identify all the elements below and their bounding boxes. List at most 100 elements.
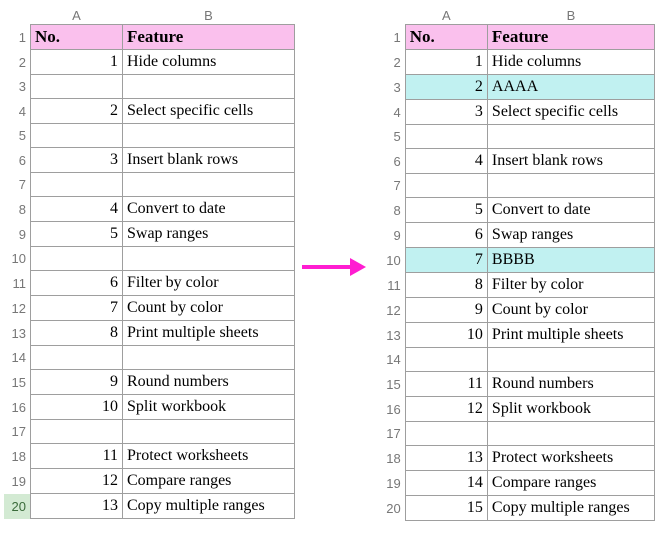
row-header[interactable]: 1 xyxy=(4,25,31,50)
cell-no[interactable]: 11 xyxy=(31,444,123,469)
cell-no[interactable]: 12 xyxy=(31,469,123,494)
cell-feature[interactable]: Round numbers xyxy=(487,372,654,397)
cell-feature[interactable]: Filter by color xyxy=(123,271,295,296)
cell-feature[interactable] xyxy=(123,75,295,99)
row-header[interactable]: 18 xyxy=(380,446,405,471)
cell-no[interactable]: 1 xyxy=(405,50,487,75)
cell-feature[interactable]: Split workbook xyxy=(123,395,295,420)
cell-feature[interactable]: Count by color xyxy=(123,296,295,321)
row-header[interactable]: 18 xyxy=(4,444,31,469)
cell-feature[interactable]: Print multiple sheets xyxy=(487,323,654,348)
cell-feature[interactable]: Filter by color xyxy=(487,273,654,298)
cell-feature[interactable]: Swap ranges xyxy=(123,222,295,247)
cell-no[interactable] xyxy=(31,124,123,148)
cell-no[interactable] xyxy=(31,173,123,197)
cell-no[interactable]: 9 xyxy=(405,298,487,323)
header-cell-no[interactable]: No. xyxy=(31,25,123,50)
cell-no[interactable] xyxy=(405,125,487,149)
cell-feature[interactable]: Hide columns xyxy=(123,50,295,75)
cell-no[interactable]: 2 xyxy=(405,75,487,100)
row-header[interactable]: 7 xyxy=(4,173,31,197)
cell-feature[interactable]: Convert to date xyxy=(487,198,654,223)
cell-feature[interactable]: Split workbook xyxy=(487,397,654,422)
cell-no[interactable]: 8 xyxy=(405,273,487,298)
row-header[interactable]: 20 xyxy=(380,496,405,521)
cell-no[interactable]: 7 xyxy=(405,248,487,273)
cell-no[interactable]: 8 xyxy=(31,321,123,346)
column-header-A[interactable]: A xyxy=(405,6,487,25)
cell-no[interactable]: 3 xyxy=(405,100,487,125)
row-header[interactable]: 8 xyxy=(4,197,31,222)
cell-feature[interactable]: Select specific cells xyxy=(487,100,654,125)
cell-no[interactable] xyxy=(31,247,123,271)
row-header[interactable]: 14 xyxy=(4,346,31,370)
cell-feature[interactable]: Hide columns xyxy=(487,50,654,75)
cell-feature[interactable] xyxy=(487,174,654,198)
row-header[interactable]: 2 xyxy=(380,50,405,75)
cell-no[interactable]: 4 xyxy=(405,149,487,174)
cell-feature[interactable]: Compare ranges xyxy=(123,469,295,494)
row-header[interactable]: 1 xyxy=(380,25,405,50)
cell-no[interactable]: 13 xyxy=(405,446,487,471)
row-header[interactable]: 2 xyxy=(4,50,31,75)
cell-no[interactable]: 6 xyxy=(31,271,123,296)
header-cell-feature[interactable]: Feature xyxy=(123,25,295,50)
cell-no[interactable]: 3 xyxy=(31,148,123,173)
cell-no[interactable] xyxy=(31,346,123,370)
row-header[interactable]: 12 xyxy=(380,298,405,323)
cell-no[interactable]: 10 xyxy=(31,395,123,420)
cell-no[interactable] xyxy=(31,420,123,444)
cell-feature[interactable]: Swap ranges xyxy=(487,223,654,248)
row-header[interactable]: 10 xyxy=(4,247,31,271)
cell-feature[interactable] xyxy=(123,420,295,444)
cell-feature[interactable]: Count by color xyxy=(487,298,654,323)
row-header[interactable]: 14 xyxy=(380,348,405,372)
row-header[interactable]: 15 xyxy=(4,370,31,395)
cell-feature[interactable]: Compare ranges xyxy=(487,471,654,496)
cell-feature[interactable] xyxy=(487,422,654,446)
cell-no[interactable]: 5 xyxy=(405,198,487,223)
cell-no[interactable] xyxy=(405,348,487,372)
column-header-B[interactable]: B xyxy=(487,6,654,25)
cell-feature[interactable]: BBBB xyxy=(487,248,654,273)
row-header[interactable]: 19 xyxy=(4,469,31,494)
row-header[interactable]: 11 xyxy=(380,273,405,298)
cell-feature[interactable] xyxy=(123,346,295,370)
row-header[interactable]: 16 xyxy=(380,397,405,422)
cell-no[interactable]: 10 xyxy=(405,323,487,348)
cell-no[interactable] xyxy=(405,422,487,446)
cell-feature[interactable]: Print multiple sheets xyxy=(123,321,295,346)
row-header[interactable]: 7 xyxy=(380,174,405,198)
row-header[interactable]: 9 xyxy=(380,223,405,248)
cell-no[interactable]: 11 xyxy=(405,372,487,397)
cell-feature[interactable]: Protect worksheets xyxy=(487,446,654,471)
row-header[interactable]: 10 xyxy=(380,248,405,273)
row-header[interactable]: 20 xyxy=(4,494,31,519)
row-header[interactable]: 4 xyxy=(4,99,31,124)
row-header[interactable]: 15 xyxy=(380,372,405,397)
cell-feature[interactable]: Convert to date xyxy=(123,197,295,222)
cell-feature[interactable] xyxy=(487,348,654,372)
cell-no[interactable]: 15 xyxy=(405,496,487,521)
cell-no[interactable]: 2 xyxy=(31,99,123,124)
cell-feature[interactable]: Select specific cells xyxy=(123,99,295,124)
cell-no[interactable]: 6 xyxy=(405,223,487,248)
cell-feature[interactable]: Copy multiple ranges xyxy=(487,496,654,521)
cell-no[interactable]: 1 xyxy=(31,50,123,75)
cell-feature[interactable] xyxy=(487,125,654,149)
row-header[interactable]: 4 xyxy=(380,100,405,125)
cell-no[interactable]: 7 xyxy=(31,296,123,321)
cell-no[interactable]: 4 xyxy=(31,197,123,222)
cell-feature[interactable]: Round numbers xyxy=(123,370,295,395)
row-header[interactable]: 9 xyxy=(4,222,31,247)
cell-feature[interactable] xyxy=(123,247,295,271)
cell-feature[interactable]: Protect worksheets xyxy=(123,444,295,469)
row-header[interactable]: 3 xyxy=(4,75,31,99)
cell-feature[interactable]: Insert blank rows xyxy=(123,148,295,173)
row-header[interactable]: 13 xyxy=(4,321,31,346)
row-header[interactable]: 5 xyxy=(380,125,405,149)
column-header-B[interactable]: B xyxy=(123,6,295,25)
row-header[interactable]: 17 xyxy=(4,420,31,444)
cell-no[interactable]: 5 xyxy=(31,222,123,247)
cell-feature[interactable]: Insert blank rows xyxy=(487,149,654,174)
